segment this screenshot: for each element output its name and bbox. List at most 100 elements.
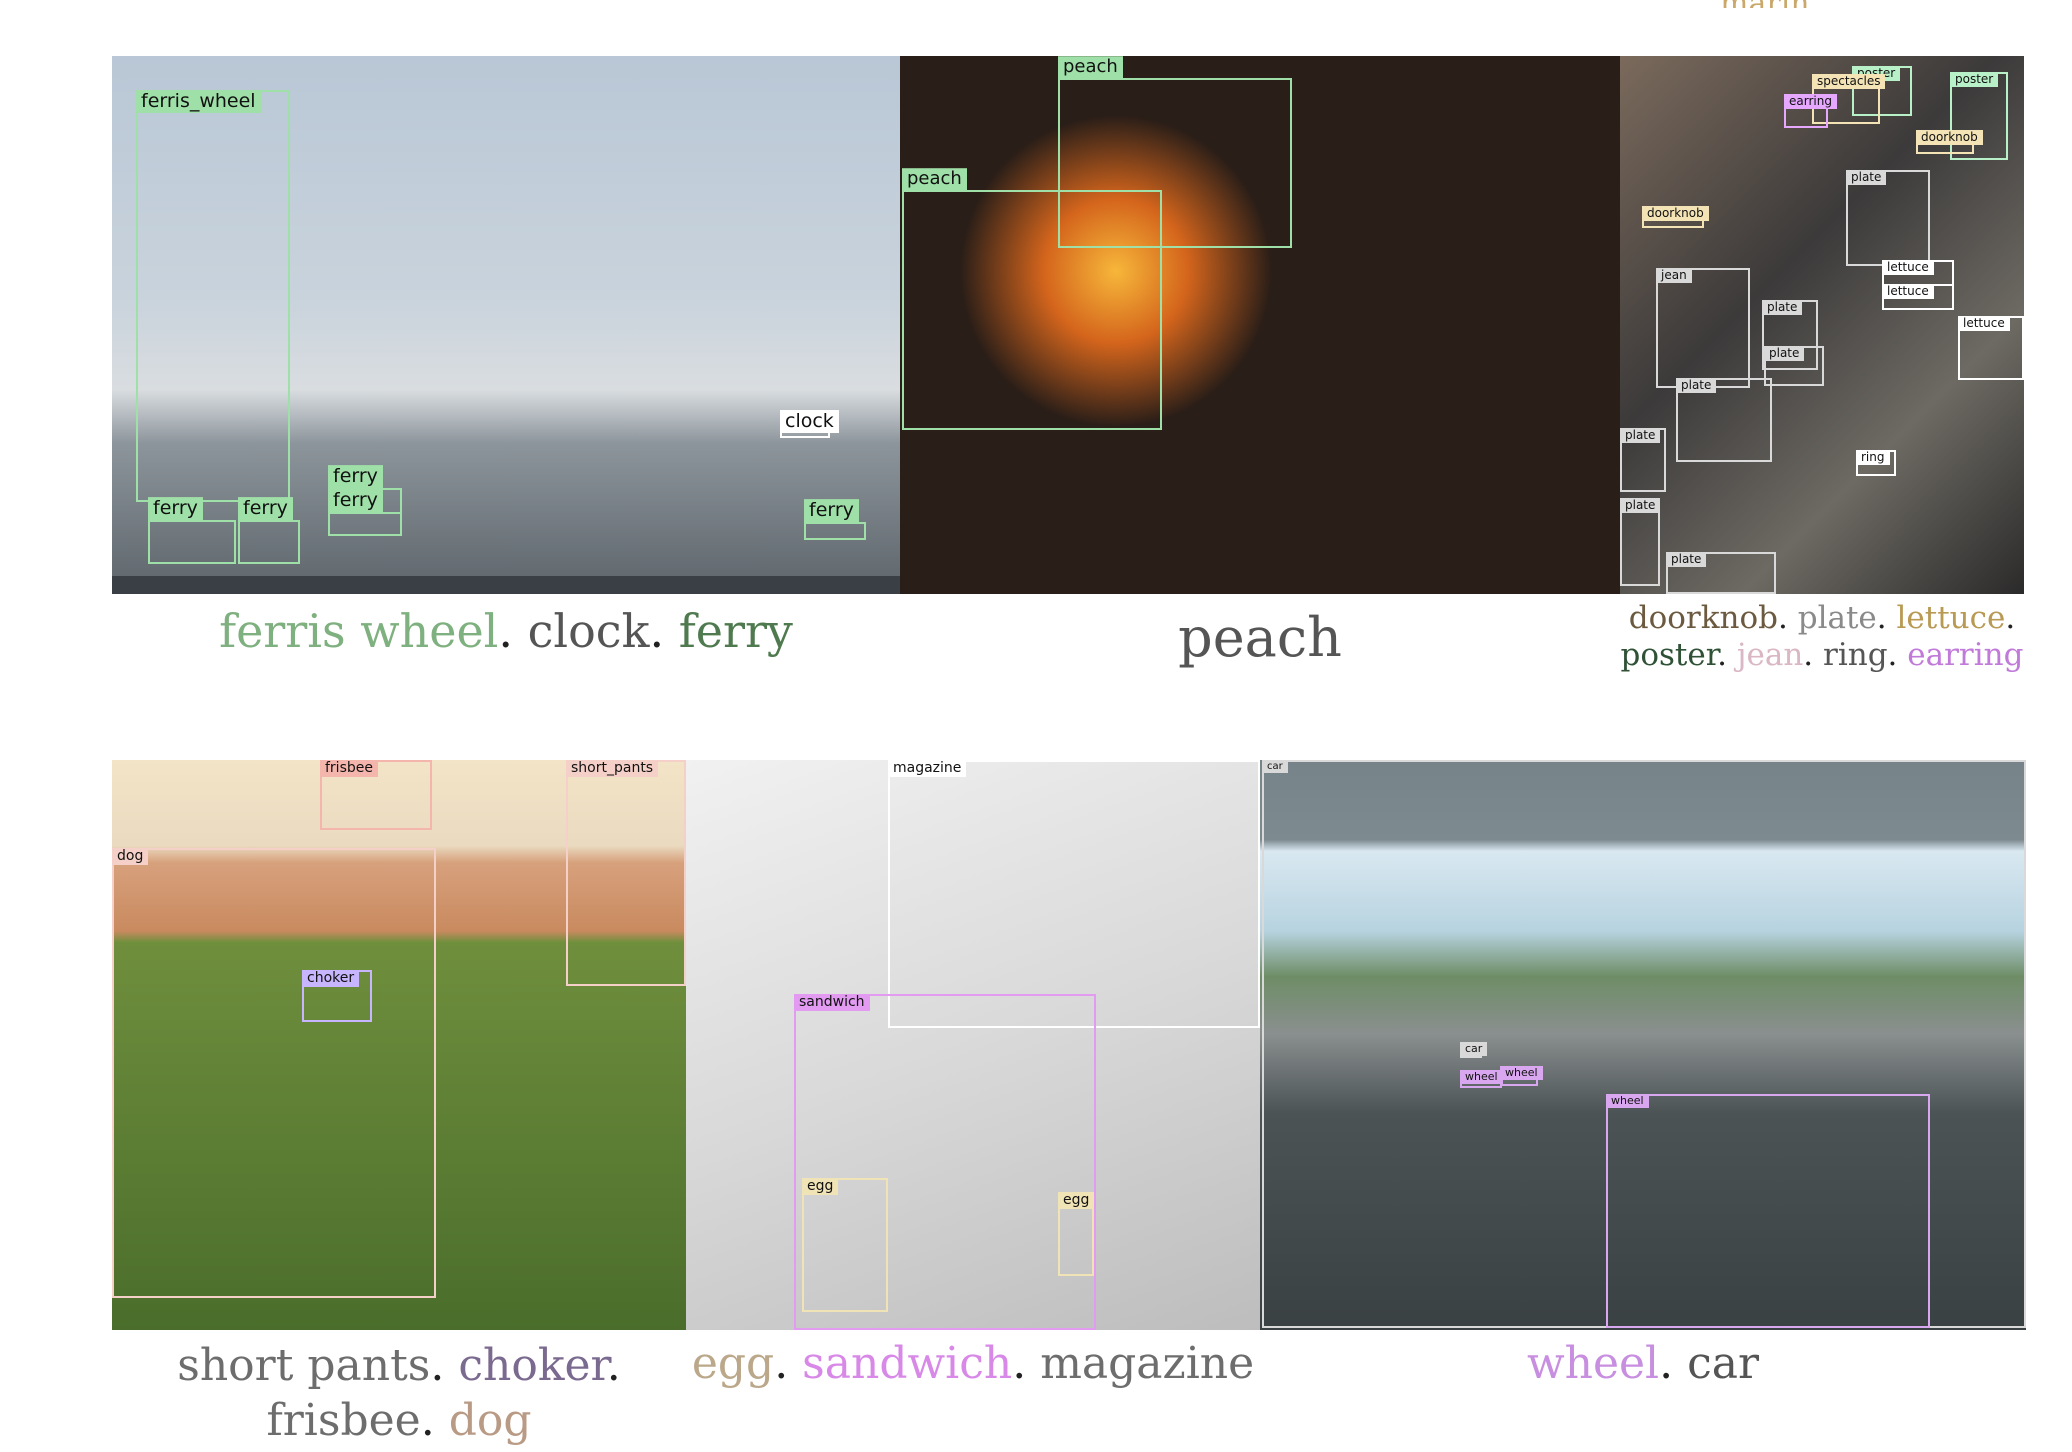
caption-line: short pants. choker. [112, 1338, 686, 1393]
bbox-label: dog [112, 848, 149, 866]
bbox-lettuce: lettuce [1882, 260, 1954, 286]
bbox-label: jean [1656, 268, 1692, 284]
caption-park: short pants. choker. frisbee. dog [112, 1338, 686, 1448]
caption-line: frisbee. dog [112, 1393, 686, 1448]
bbox-egg: egg [802, 1178, 888, 1312]
bbox-label: ferry [148, 497, 203, 520]
bbox-plate: plate [1846, 170, 1930, 266]
bbox-peach: peach [902, 168, 1162, 430]
bbox-label: egg [802, 1178, 839, 1196]
bbox-label: plate [1620, 498, 1661, 514]
caption-separator: . [1012, 1338, 1041, 1389]
bbox-wheel: wheel [1606, 1094, 1930, 1328]
bbox-label: ring [1856, 450, 1890, 466]
bbox-lettuce: lettuce [1882, 284, 1954, 310]
caption-line: doorknob. plate. lettuce. [1620, 600, 2024, 637]
caption-word: plate [1797, 600, 1877, 636]
bbox-label: ferris_wheel [136, 90, 261, 113]
caption-word: ferry [678, 604, 793, 658]
bbox-label: plate [1676, 378, 1717, 394]
bbox-plate: plate [1620, 498, 1661, 586]
top-cropped-text: marin [1720, 0, 1810, 8]
caption-car: wheel. car [1260, 1338, 2026, 1391]
bbox-dog: dog [112, 848, 436, 1298]
bbox-label: wheel [1500, 1066, 1543, 1081]
bbox-label: magazine [888, 760, 967, 778]
bbox-label: choker [302, 970, 360, 988]
caption-separator: . [649, 604, 679, 658]
bbox-doorknob: doorknob [1916, 130, 1983, 154]
caption-separator: . [1803, 637, 1823, 674]
caption-separator: . [774, 1338, 803, 1389]
bbox-label: wheel [1606, 1094, 1649, 1109]
bbox-label: ferry [804, 499, 859, 522]
caption-kitchen: doorknob. plate. lettuce. poster. jean. … [1620, 600, 2024, 674]
bbox-label: plate [1620, 428, 1661, 444]
caption-separator: . [2005, 600, 2016, 636]
bbox-label: wheel [1460, 1070, 1503, 1085]
caption-word: frisbee [266, 1395, 421, 1446]
bbox-label: frisbee [320, 760, 378, 778]
bbox-label: doorknob [1916, 130, 1983, 146]
bbox-label: doorknob [1642, 206, 1709, 222]
caption-separator: . [1778, 600, 1798, 636]
bbox-label: ferry [328, 465, 383, 488]
caption-separator: . [1659, 1338, 1688, 1389]
caption-table: egg. sandwich. magazine [686, 1338, 1260, 1391]
bbox-ferry: ferry [238, 497, 300, 564]
bbox-short-pants: short_pants [566, 760, 686, 986]
bbox-label: plate [1846, 170, 1887, 186]
bbox-label: car [1262, 760, 1288, 773]
caption-word: choker [458, 1340, 607, 1391]
bbox-label: car [1460, 1042, 1488, 1057]
bbox-label: peach [902, 168, 967, 190]
caption-word: peach [1178, 606, 1342, 669]
bbox-label: lettuce [1958, 316, 2010, 332]
bbox-plate: plate [1764, 346, 1824, 386]
bbox-ferry: ferry [804, 499, 866, 540]
caption-word: jean [1736, 637, 1804, 674]
bbox-label: lettuce [1882, 260, 1934, 276]
caption-word: lettuce [1896, 600, 2006, 636]
bbox-label: plate [1666, 552, 1707, 568]
bbox-ferry: ferry [328, 489, 402, 536]
bbox-plate: plate [1666, 552, 1776, 594]
bbox-ring: ring [1856, 450, 1896, 476]
bbox-choker: choker [302, 970, 372, 1022]
caption-word: sandwich [802, 1338, 1013, 1389]
bbox-label: short_pants [566, 760, 659, 778]
bbox-label: peach [1058, 56, 1123, 78]
caption-food: peach [900, 606, 1620, 671]
caption-word: ring [1823, 637, 1888, 674]
bbox-label: clock [780, 410, 839, 433]
skyline-shape [112, 576, 900, 594]
bbox-ferry: ferry [148, 497, 236, 564]
bbox-egg: egg [1058, 1192, 1095, 1276]
caption-word: poster [1620, 637, 1718, 674]
bbox-ferris-wheel: ferris_wheel [136, 90, 290, 502]
caption-word: ferris wheel [219, 604, 499, 658]
bbox-plate: plate [1676, 378, 1772, 462]
bbox-label: poster [1950, 72, 1999, 88]
caption-word: wheel [1526, 1338, 1660, 1389]
caption-word: earring [1907, 637, 2024, 674]
bbox-plate: plate [1620, 428, 1666, 492]
bbox-wheel: wheel [1460, 1070, 1503, 1088]
caption-separator: . [430, 1340, 459, 1391]
bbox-label: spectacles [1812, 74, 1886, 90]
bbox-label: plate [1762, 300, 1803, 316]
bbox-car: car [1460, 1042, 1488, 1058]
bbox-label: sandwich [794, 994, 870, 1012]
caption-separator: . [420, 1395, 449, 1446]
caption-separator: . [498, 604, 528, 658]
bbox-magazine: magazine [888, 760, 1260, 1028]
bbox-earring: earring [1784, 94, 1837, 128]
bbox-label: egg [1058, 1192, 1095, 1210]
caption-word: car [1687, 1338, 1760, 1389]
caption-word: clock [527, 604, 650, 658]
bbox-jean: jean [1656, 268, 1750, 388]
bbox-doorknob: doorknob [1642, 206, 1709, 228]
caption-word: doorknob [1628, 600, 1779, 636]
bbox-label: plate [1764, 346, 1805, 362]
bbox-clock: clock [780, 410, 839, 438]
